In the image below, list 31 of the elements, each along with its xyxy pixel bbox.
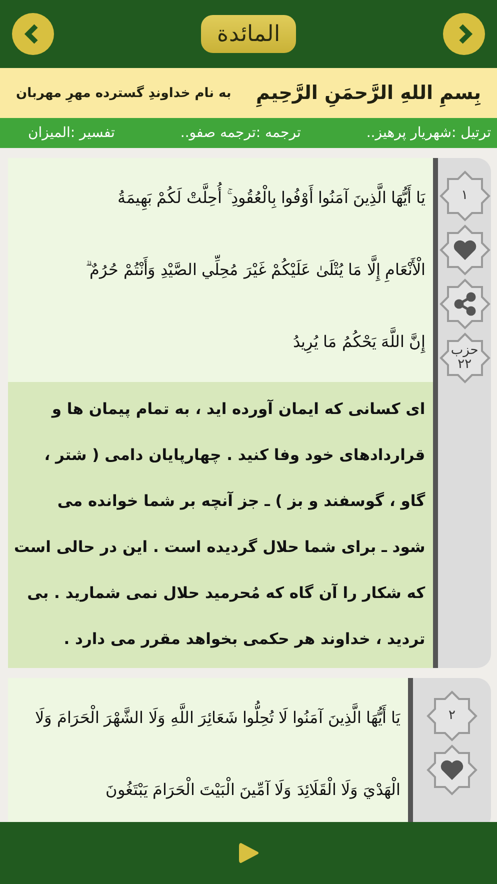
- favorite-button[interactable]: [438, 224, 491, 276]
- hizb-number: ٢٢: [458, 358, 472, 372]
- surah-title: المائدة: [201, 15, 296, 53]
- hizb-label: حزب: [450, 344, 478, 358]
- favorite-button[interactable]: [426, 744, 478, 796]
- share-icon: [452, 292, 477, 316]
- play-icon: [238, 841, 260, 865]
- verse-line: يَا أَيُّهَا الَّذِينَ آمَنُوا أَوْفُوا بِالْعُقُودِ ۚ أُحِلَّتْ لَكُمْ بَهِيمَةُ: [118, 162, 426, 234]
- share-button[interactable]: [438, 278, 491, 330]
- star-badge-icon: [426, 690, 478, 742]
- setting-link[interactable]: ترتیل :شهریار پرهیز..: [366, 125, 491, 141]
- verse-line: يَا أَيُّهَا الَّذِينَ آمَنُوا لَا تُحِلُّوا شَعَائِرَ اللَّهِ وَلَا الشَّهْرَ الْحَرَامَ وَلَا: [35, 682, 400, 754]
- setting-link[interactable]: ترجمه :ترجمه صفو..: [180, 125, 301, 141]
- heart-icon: [452, 239, 477, 261]
- heart-icon: [440, 759, 464, 781]
- verse-number: ٢: [448, 709, 456, 723]
- translation-line: ای کسانی که ایمان آورده اید ، به تمام پیمان ها و: [52, 398, 426, 420]
- setting-link[interactable]: تفسیر :المیزان: [28, 125, 115, 141]
- verse-number: ١: [461, 189, 468, 203]
- play-button[interactable]: [238, 841, 260, 865]
- translation-line: گاو ، گوسفند و بز ) ـ جز آنچه بر شما خوانده می: [57, 490, 426, 512]
- previous-button[interactable]: [12, 13, 54, 55]
- verse-line: الْهَدْيَ وَلَا الْقَلَائِدَ وَلَا آمِّينَ الْبَيْتَ الْحَرَامَ يَبْتَغُونَ: [105, 754, 400, 822]
- translation-line: قراردادهای خود وفا کنید . چهارپایان دامی ( شتر ،: [44, 445, 426, 466]
- translation-line: تردید ، خداوند هر حکمی بخواهد مقرر می دارد .: [64, 629, 426, 650]
- verse-line: إِنَّ اللَّهَ يَحْكُمُ مَا يُرِيدُ: [292, 306, 426, 378]
- next-button[interactable]: [443, 13, 485, 55]
- basmala-translation: به نام خداوندِ گسترده مهرِ مهربان: [16, 86, 232, 100]
- translation-line: شود ـ برای شما حلال گردیده است . این در حالی است: [14, 537, 426, 558]
- verse-line: الْأَنْعَامِ إِلَّا مَا يُتْلَىٰ عَلَيْكُمْ غَيْرَ مُحِلِّي الصَّيْدِ وَأَنْتُمْ حُرُمٌ ۗ: [85, 234, 426, 306]
- translation-line: که شکار را آن گاه که مُحرمید حلال نمی شمارید . بی: [27, 582, 426, 604]
